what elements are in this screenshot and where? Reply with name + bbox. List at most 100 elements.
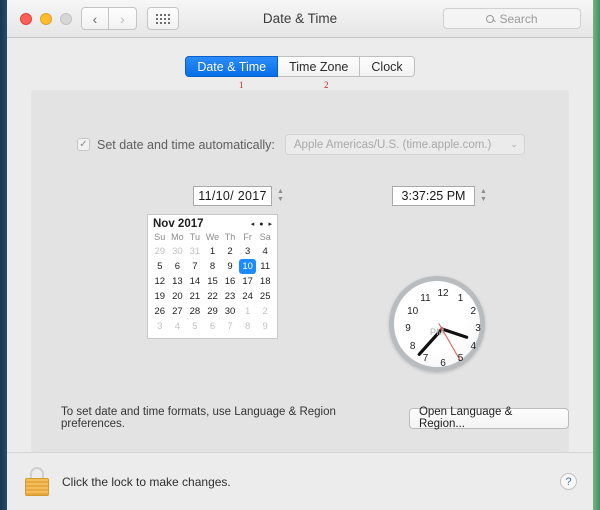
calendar-day[interactable]: 9 [221, 259, 239, 274]
calendar-day[interactable]: 13 [169, 274, 187, 289]
calendar-day[interactable]: 14 [186, 274, 204, 289]
time-input[interactable]: 3:37:25 PM [392, 186, 475, 206]
calendar-day[interactable]: 7 [221, 319, 239, 334]
calendar-header: Nov 2017 ◂ ● ▸ [148, 215, 277, 232]
window-titlebar: ‹ › Date & Time Search [7, 0, 593, 38]
calendar-day[interactable]: 28 [186, 304, 204, 319]
date-field-group: 11/10/ 2017 ▲ ▼ [193, 186, 286, 206]
clock-numeral: 1 [457, 292, 464, 304]
date-stepper[interactable]: ▲ ▼ [275, 186, 286, 206]
clock-numeral: 4 [470, 340, 477, 352]
tab-clock-label: Clock [371, 59, 403, 74]
calendar-day[interactable]: 5 [151, 259, 169, 274]
calendar-prev-icon[interactable]: ◂ [251, 220, 255, 228]
calendar-day[interactable]: 6 [169, 259, 187, 274]
calendar-day[interactable]: 30 [221, 304, 239, 319]
calendar-day[interactable]: 15 [204, 274, 222, 289]
calendar-day[interactable]: 11 [256, 259, 274, 274]
clock-meridiem-label: PM [429, 327, 445, 339]
padlock-body [25, 477, 49, 496]
clock-numeral: 9 [405, 323, 411, 334]
calendar-day[interactable]: 6 [204, 319, 222, 334]
stepper-up-icon[interactable]: ▲ [277, 188, 284, 195]
calendar-day[interactable]: 12 [151, 274, 169, 289]
calendar-day[interactable]: 1 [239, 304, 257, 319]
clock-numeral: 2 [470, 305, 477, 317]
tab-date-time-label: Date & Time [197, 59, 267, 74]
date-input[interactable]: 11/10/ 2017 [193, 186, 272, 206]
window-footer: Click the lock to make changes. ? [7, 452, 593, 510]
calendar-day[interactable]: 23 [221, 289, 239, 304]
clock-numeral: 7 [422, 353, 429, 365]
calendar-nav: ◂ ● ▸ [251, 220, 272, 229]
calendar-day[interactable]: 9 [256, 319, 274, 334]
tab-time-zone-label: Time Zone [289, 59, 349, 74]
calendar-day[interactable]: 5 [186, 319, 204, 334]
calendar-day-grid: 29 30 31 1 2 3 4 5 6 7 8 9 10 11 12 13 14 15 16 17 18 19 20 21 2… [148, 244, 277, 338]
clock-numeral: 11 [420, 292, 431, 304]
format-note-row: To set date and time formats, use Langua… [61, 406, 569, 430]
calendar-month-label: Nov 2017 [153, 218, 204, 230]
calendar-day[interactable]: 2 [256, 304, 274, 319]
calendar-day[interactable]: 17 [239, 274, 257, 289]
time-field-group: 3:37:25 PM ▲ ▼ [392, 186, 489, 206]
open-language-region-button[interactable]: Open Language & Region... [408, 406, 569, 430]
calendar-day[interactable]: 31 [186, 244, 204, 259]
time-stepper[interactable]: ▲ ▼ [478, 186, 489, 206]
set-automatically-label: Set date and time automatically: [97, 137, 275, 152]
calendar-day[interactable]: 22 [204, 289, 222, 304]
time-server-value: Apple Americas/U.S. (time.apple.com.) [293, 138, 492, 151]
question-mark-icon: ? [565, 475, 572, 488]
calendar-day[interactable]: 4 [169, 319, 187, 334]
calendar-day[interactable]: 20 [169, 289, 187, 304]
calendar-day[interactable]: 18 [256, 274, 274, 289]
calendar-day[interactable]: 16 [221, 274, 239, 289]
tab-bar: Date & Time Time Zone Clock [7, 56, 593, 77]
annotation-number-1: 1 [239, 80, 244, 90]
calendar-day[interactable]: 8 [204, 259, 222, 274]
calendar-day[interactable]: 19 [151, 289, 169, 304]
tab-time-zone[interactable]: Time Zone [278, 56, 361, 77]
unlocked-padlock-icon[interactable] [24, 466, 50, 497]
lock-hint-text: Click the lock to make changes. [62, 474, 231, 489]
calendar-today-icon[interactable]: ● [259, 221, 263, 228]
calendar-day[interactable]: 27 [169, 304, 187, 319]
set-automatically-checkbox[interactable]: ✓ [77, 138, 90, 151]
calendar-day[interactable]: 2 [221, 244, 239, 259]
tab-clock[interactable]: Clock [360, 56, 415, 77]
calendar-day[interactable]: 21 [186, 289, 204, 304]
open-language-region-label: Open Language & Region... [418, 406, 513, 430]
calendar-day[interactable]: 29 [204, 304, 222, 319]
calendar-day[interactable]: 26 [151, 304, 169, 319]
calendar-day[interactable]: 8 [239, 319, 257, 334]
calendar-weekday: Tu [189, 232, 200, 242]
clock-numeral: 12 [437, 288, 449, 299]
stepper-down-icon[interactable]: ▼ [277, 196, 284, 203]
search-icon [486, 14, 495, 23]
calendar-day[interactable]: 25 [256, 289, 274, 304]
clock-numeral: 5 [457, 353, 464, 365]
clock-numeral: 3 [475, 323, 481, 334]
stepper-down-icon[interactable]: ▼ [480, 196, 487, 203]
calendar-weekday-header: Su Mo Tu We Th Fr Sa [148, 232, 277, 244]
calendar-day[interactable]: 24 [239, 289, 257, 304]
calendar-day[interactable]: 3 [151, 319, 169, 334]
calendar-day[interactable]: 7 [186, 259, 204, 274]
calendar-weekday: Sa [259, 232, 271, 242]
calendar-day[interactable]: 29 [151, 244, 169, 259]
calendar-day[interactable]: 3 [239, 244, 257, 259]
calendar-next-icon[interactable]: ▸ [268, 220, 272, 228]
search-field[interactable]: Search [443, 8, 581, 29]
tab-date-time[interactable]: Date & Time [185, 56, 279, 77]
calendar-day[interactable]: 4 [256, 244, 274, 259]
calendar-day[interactable]: 30 [169, 244, 187, 259]
calendar-day[interactable]: 1 [204, 244, 222, 259]
calendar-weekday: We [205, 232, 220, 242]
time-server-select[interactable]: Apple Americas/U.S. (time.apple.com.) ⌄ [284, 134, 525, 155]
clock-numeral: 6 [440, 358, 446, 369]
help-button[interactable]: ? [560, 473, 577, 490]
calendar-widget[interactable]: Nov 2017 ◂ ● ▸ Su Mo Tu We Th Fr Sa 29 30 31 1 2 3 4… [147, 214, 278, 339]
screen: ‹ › Date & Time Search Date & Time Time … [0, 0, 600, 510]
calendar-day-selected[interactable]: 10 [238, 259, 257, 274]
stepper-up-icon[interactable]: ▲ [480, 188, 487, 195]
